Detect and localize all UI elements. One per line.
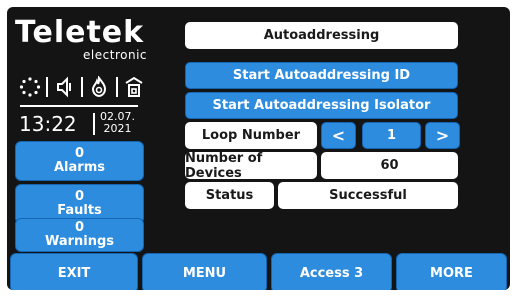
- loop-prev-button[interactable]: <: [321, 122, 356, 149]
- fire-alarm-icon: [92, 76, 107, 98]
- network-status-icon: [19, 77, 41, 97]
- start-autoaddressing-isolator-button[interactable]: Start Autoaddressing Isolator: [185, 92, 458, 119]
- status-label: Status: [185, 182, 274, 209]
- status-value: Successful: [278, 182, 458, 209]
- brand-subtitle: electronic: [83, 48, 147, 62]
- access-level-button[interactable]: Access 3: [271, 253, 392, 290]
- control-panel-display: Teletek electronic 13:22 02.07. 2021 0 A…: [7, 7, 510, 290]
- status-separator: [115, 77, 118, 97]
- exit-button[interactable]: EXIT: [10, 253, 138, 290]
- warnings-count: 0: [74, 220, 85, 235]
- alarms-counter-button[interactable]: 0 Alarms: [15, 141, 144, 181]
- speaker-muted-icon: [56, 76, 71, 98]
- status-separator: [46, 77, 49, 97]
- building-icon: [125, 76, 143, 97]
- faults-label: Faults: [57, 203, 102, 218]
- faults-count: 0: [74, 189, 85, 204]
- divider: [20, 105, 138, 107]
- loop-next-button[interactable]: >: [425, 122, 460, 149]
- clock-date-year: 2021: [103, 122, 132, 135]
- warnings-label: Warnings: [44, 234, 115, 249]
- status-icons-row: [19, 75, 145, 99]
- more-button[interactable]: MORE: [396, 253, 507, 290]
- alarms-count: 0: [74, 146, 85, 161]
- clock-date: 02.07. 2021: [100, 111, 135, 135]
- devices-label: Number of Devices: [185, 151, 317, 181]
- loop-number-label: Loop Number: [185, 122, 317, 149]
- warnings-counter-button[interactable]: 0 Warnings: [15, 218, 144, 252]
- alarms-label: Alarms: [54, 160, 105, 175]
- menu-button[interactable]: MENU: [142, 253, 267, 290]
- clock-time: 13:22: [19, 112, 77, 136]
- status-separator: [80, 77, 83, 97]
- device-screen: Teletek electronic 13:22 02.07. 2021 0 A…: [0, 0, 516, 297]
- loop-number-value: 1: [362, 122, 421, 149]
- clock-separator: [93, 113, 95, 135]
- devices-value: 60: [321, 152, 458, 179]
- start-autoaddressing-id-button[interactable]: Start Autoaddressing ID: [185, 62, 458, 89]
- brand-logo: Teletek: [15, 15, 145, 50]
- page-title: Autoaddressing: [185, 22, 458, 49]
